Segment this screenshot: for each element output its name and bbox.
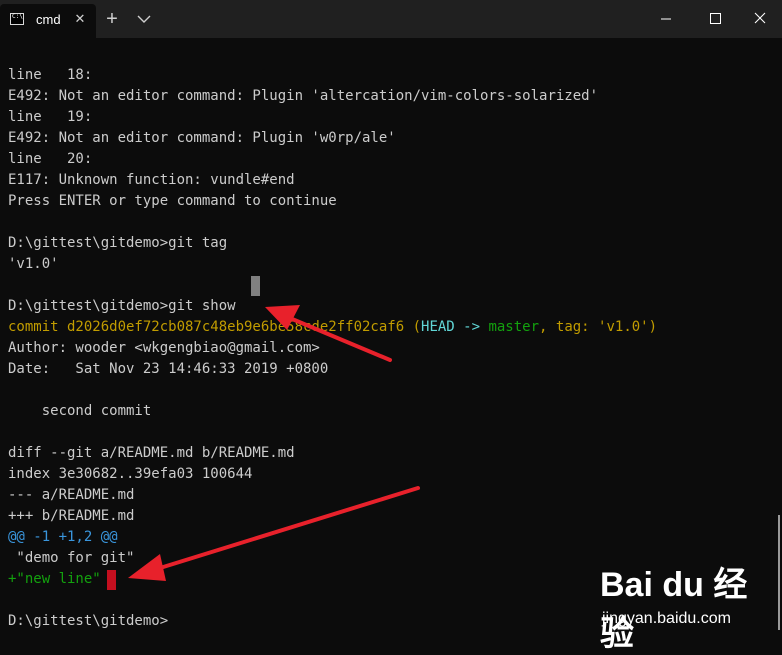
- commit-hash: commit d2026d0ef72cb087c48eb9e6be58cde2f…: [8, 319, 413, 335]
- output-line: 'v1.0': [8, 256, 59, 272]
- output-line: E492: Not an editor command: Plugin 'w0r…: [8, 130, 396, 146]
- output-line: E117: Unknown function: vundle#end: [8, 172, 295, 188]
- terminal-output[interactable]: line 18: E492: Not an editor command: Pl…: [8, 65, 768, 640]
- output-line: line 18:: [8, 67, 93, 83]
- output-line: Date: Sat Nov 23 14:46:33 2019 +0800: [8, 361, 329, 377]
- output-line: Press ENTER or type command to continue: [8, 193, 337, 209]
- tab-title: cmd: [36, 12, 61, 27]
- output-line: second commit: [8, 403, 152, 419]
- maximize-button[interactable]: [692, 0, 738, 38]
- minimize-button[interactable]: [643, 0, 689, 38]
- commit-line: commit d2026d0ef72cb087c48eb9e6be58cde2f…: [8, 317, 768, 338]
- command-line: D:\gittest\gitdemo>git tag: [8, 235, 228, 251]
- text-cursor-highlight: [107, 570, 116, 590]
- commit-branch-ref: master: [488, 319, 540, 335]
- baidu-logo: Bai du 经验: [600, 566, 748, 653]
- baidu-watermark: Bai du 经验 jingyan.baidu.com: [598, 555, 778, 653]
- new-tab-button[interactable]: +: [102, 9, 122, 29]
- cmd-prompt-icon: [10, 13, 24, 25]
- output-line: index 3e30682..39efa03 100644: [8, 466, 253, 482]
- commit-head-ref: HEAD ->: [421, 319, 489, 335]
- command-line: D:\gittest\gitdemo>git show: [8, 298, 236, 314]
- output-line: diff --git a/README.md b/README.md: [8, 445, 295, 461]
- close-window-button[interactable]: [738, 0, 782, 38]
- output-line: +++ b/README.md: [8, 508, 135, 524]
- commit-tag-ref: tag: 'v1.0': [555, 319, 649, 335]
- watermark-url: jingyan.baidu.com: [602, 610, 731, 627]
- commit-ref-separator: ,: [539, 319, 556, 335]
- title-bar: cmd ✕ +: [0, 0, 782, 38]
- output-line: line 19:: [8, 109, 93, 125]
- tab-cmd[interactable]: cmd ✕: [0, 4, 96, 38]
- chevron-down-icon[interactable]: [134, 9, 154, 29]
- output-line: line 20:: [8, 151, 93, 167]
- close-tab-icon[interactable]: ✕: [70, 9, 90, 29]
- commit-paren-open: (: [412, 319, 422, 335]
- output-line: E492: Not an editor command: Plugin 'alt…: [8, 88, 599, 104]
- output-line: Author: wooder <wkgengbiao@gmail.com>: [8, 340, 320, 356]
- output-line: --- a/README.md: [8, 487, 135, 503]
- commit-paren-close: ): [648, 319, 658, 335]
- diff-hunk-header: @@ -1 +1,2 @@: [8, 529, 118, 545]
- text-cursor: [251, 276, 260, 296]
- scrollbar[interactable]: [778, 515, 780, 630]
